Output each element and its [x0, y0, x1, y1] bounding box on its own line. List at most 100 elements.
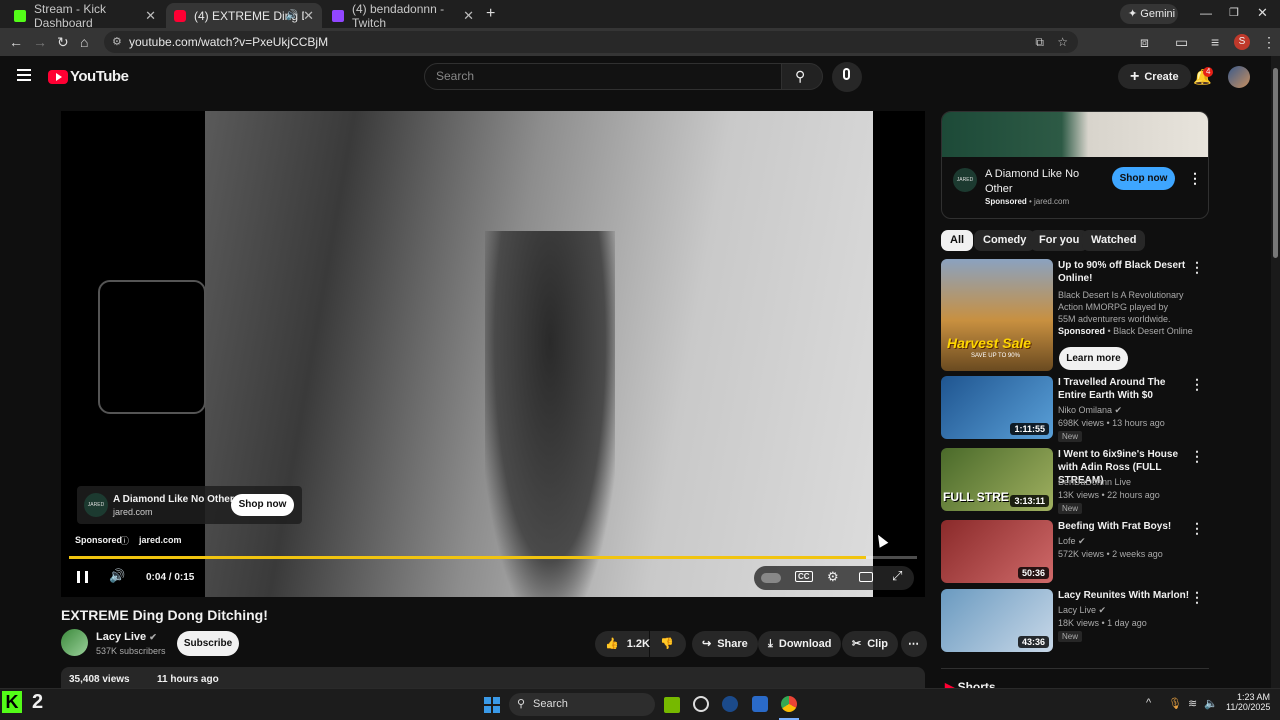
volume-icon[interactable]: 🔊	[109, 568, 125, 584]
nvidia-icon[interactable]	[664, 697, 680, 713]
sidebar-shop-now-button[interactable]: Shop now	[1112, 167, 1175, 190]
recommended-item[interactable]: 50:36 Beefing With Frat Boys! Lofe ✔ 572…	[941, 520, 1209, 584]
recommended-item[interactable]: 43:36 Lacy Reunites With Marlon! Lacy Li…	[941, 589, 1209, 653]
tab-youtube[interactable]: (4) EXTREME Ding Dong Di 🔊 ✕	[166, 3, 322, 28]
subtitles-icon[interactable]: CC	[795, 571, 813, 582]
split-view-icon[interactable]: ▭	[1175, 34, 1188, 51]
extensions-icon[interactable]: ⧈	[1140, 34, 1149, 51]
promo-menu-icon[interactable]: ⋮	[1190, 259, 1204, 276]
download-button[interactable]: ⤓ Download	[758, 631, 842, 657]
app-window-icon[interactable]	[752, 696, 768, 712]
channel-name[interactable]: Lacy Live ✔	[1058, 604, 1106, 616]
bookmark-star-icon[interactable]: ☆	[1057, 31, 1068, 53]
kick-logo-icon[interactable]: K	[2, 691, 22, 713]
video-menu-icon[interactable]: ⋮	[1190, 589, 1204, 606]
new-tab-icon[interactable]: +	[486, 5, 495, 23]
site-info-icon[interactable]: ⚙	[112, 31, 122, 53]
maximize-icon[interactable]: ❐	[1229, 6, 1239, 19]
clip-button[interactable]: ✂ Clip	[842, 631, 898, 657]
ad-shop-now-button[interactable]: Shop now	[231, 494, 294, 516]
tray-chevron-icon[interactable]: ^	[1146, 697, 1151, 709]
tab-kick-dashboard[interactable]: Stream - Kick Dashboard ✕	[6, 2, 164, 30]
app-circle-icon[interactable]	[693, 696, 709, 712]
tray-mic-icon[interactable]: 🎙	[1168, 697, 1182, 710]
speaker-icon[interactable]: 🔊	[286, 10, 298, 21]
share-button[interactable]: ↪ Share	[692, 631, 758, 657]
close-tab-icon[interactable]: ✕	[145, 8, 156, 24]
miniplayer-icon[interactable]	[859, 572, 873, 582]
info-icon[interactable]: ⓘ	[120, 534, 129, 547]
recommended-item[interactable]: FULL STRE 3:13:11 I Went to 6ix9ine's Ho…	[941, 448, 1209, 514]
ad-card[interactable]: JARED A Diamond Like No Other jared.com …	[77, 486, 302, 524]
youtube-logo[interactable]: YouTube	[48, 68, 129, 85]
menu-dots-icon[interactable]: ⋮	[1262, 34, 1276, 51]
fullscreen-icon[interactable]: ⤢	[892, 568, 902, 584]
steam-icon[interactable]	[722, 696, 738, 712]
promo-title[interactable]: Up to 90% off Black Desert Online!	[1058, 259, 1194, 285]
video-menu-icon[interactable]: ⋮	[1190, 448, 1204, 465]
taskbar-clock[interactable]: 1:23 AM 11/20/2025	[1226, 692, 1270, 712]
close-window-icon[interactable]: ✕	[1257, 5, 1268, 21]
taskbar-search[interactable]: ⚲ Search	[509, 693, 655, 716]
create-button[interactable]: + Create	[1118, 64, 1191, 89]
like-button[interactable]: 👍 1.2K	[595, 631, 650, 657]
channel-name[interactable]: Niko Omilana ✔	[1058, 404, 1122, 416]
video-menu-icon[interactable]: ⋮	[1190, 376, 1204, 393]
url-field[interactable]: ⚙ youtube.com/watch?v=PxeUkjCCBjM ⧉ ☆	[104, 31, 1078, 53]
video-thumbnail[interactable]: 43:36	[941, 589, 1053, 652]
search-button[interactable]: ⚲	[781, 63, 823, 90]
video-title[interactable]: I Travelled Around The Entire Earth With…	[1058, 376, 1194, 402]
page-scrollbar[interactable]	[1271, 56, 1280, 688]
chip-comedy[interactable]: Comedy	[974, 230, 1036, 251]
channel-avatar[interactable]	[61, 629, 88, 656]
promo-item[interactable]: Harvest Sale SAVE UP TO 90% Up to 90% of…	[941, 259, 1209, 371]
tab-twitch[interactable]: (4) bendadonnn - Twitch ✕	[324, 2, 482, 30]
learn-more-button[interactable]: Learn more	[1059, 347, 1128, 370]
description-box[interactable]: 35,408 views 11 hours ago	[61, 667, 925, 688]
channel-name[interactable]: Lofe ✔	[1058, 535, 1086, 547]
close-tab-icon[interactable]: ✕	[463, 8, 474, 24]
video-thumbnail[interactable]: 1:11:55	[941, 376, 1053, 439]
search-input[interactable]: Search	[424, 63, 782, 90]
sponsored-domain[interactable]: jared.com	[139, 535, 182, 545]
account-avatar[interactable]	[1228, 66, 1250, 88]
chip-for-you[interactable]: For you	[1030, 230, 1089, 251]
chrome-icon[interactable]	[781, 696, 797, 712]
subscribe-button[interactable]: Subscribe	[177, 631, 239, 656]
video-thumbnail[interactable]: FULL STRE 3:13:11	[941, 448, 1053, 511]
minimize-icon[interactable]: —	[1200, 6, 1212, 20]
hamburger-menu-icon[interactable]	[17, 69, 31, 81]
profile-avatar[interactable]: S	[1234, 34, 1250, 50]
windows-start-icon[interactable]	[484, 697, 500, 713]
video-menu-icon[interactable]: ⋮	[1190, 520, 1204, 537]
video-thumbnail[interactable]: 50:36	[941, 520, 1053, 583]
speaker-icon[interactable]: 🔈	[1204, 697, 1218, 710]
scrollbar-thumb[interactable]	[1273, 68, 1278, 258]
promo-thumbnail[interactable]: Harvest Sale SAVE UP TO 90%	[941, 259, 1053, 371]
chip-watched[interactable]: Watched	[1082, 230, 1146, 251]
chip-all[interactable]: All	[941, 230, 974, 251]
close-tab-icon[interactable]: ✕	[303, 8, 314, 24]
install-icon[interactable]: ⧉	[1035, 31, 1044, 53]
dislike-button[interactable]: 👎	[650, 631, 686, 657]
wifi-icon[interactable]: ≋	[1188, 697, 1197, 710]
channel-name[interactable]: Lacy Live ✔	[96, 631, 157, 643]
video-title[interactable]: Lacy Reunites With Marlon!	[1058, 589, 1194, 602]
video-player[interactable]: JARED A Diamond Like No Other jared.com …	[61, 111, 925, 597]
sidebar-ad-menu-icon[interactable]: ⋮	[1188, 170, 1202, 187]
autoplay-toggle[interactable]	[761, 573, 781, 583]
media-controls-icon[interactable]: ≡	[1211, 34, 1219, 50]
recommended-item[interactable]: 1:11:55 I Travelled Around The Entire Ea…	[941, 376, 1209, 442]
back-icon[interactable]: ←	[9, 34, 23, 50]
progress-bar[interactable]	[69, 556, 917, 559]
reload-icon[interactable]: ↻	[57, 34, 69, 51]
home-icon[interactable]: ⌂	[80, 34, 88, 50]
voice-search-button[interactable]	[832, 62, 862, 92]
video-frame[interactable]	[205, 111, 873, 597]
settings-gear-icon[interactable]: ⚙	[827, 569, 839, 585]
channel-name[interactable]: BenDaDonnn Live	[1058, 476, 1131, 488]
pause-icon[interactable]	[77, 571, 88, 583]
sidebar-ad-card[interactable]: JARED A Diamond Like No Other Sponsored …	[941, 111, 1209, 219]
gemini-button[interactable]: ✦ Gemini	[1120, 4, 1178, 24]
forward-icon[interactable]: →	[33, 34, 47, 50]
